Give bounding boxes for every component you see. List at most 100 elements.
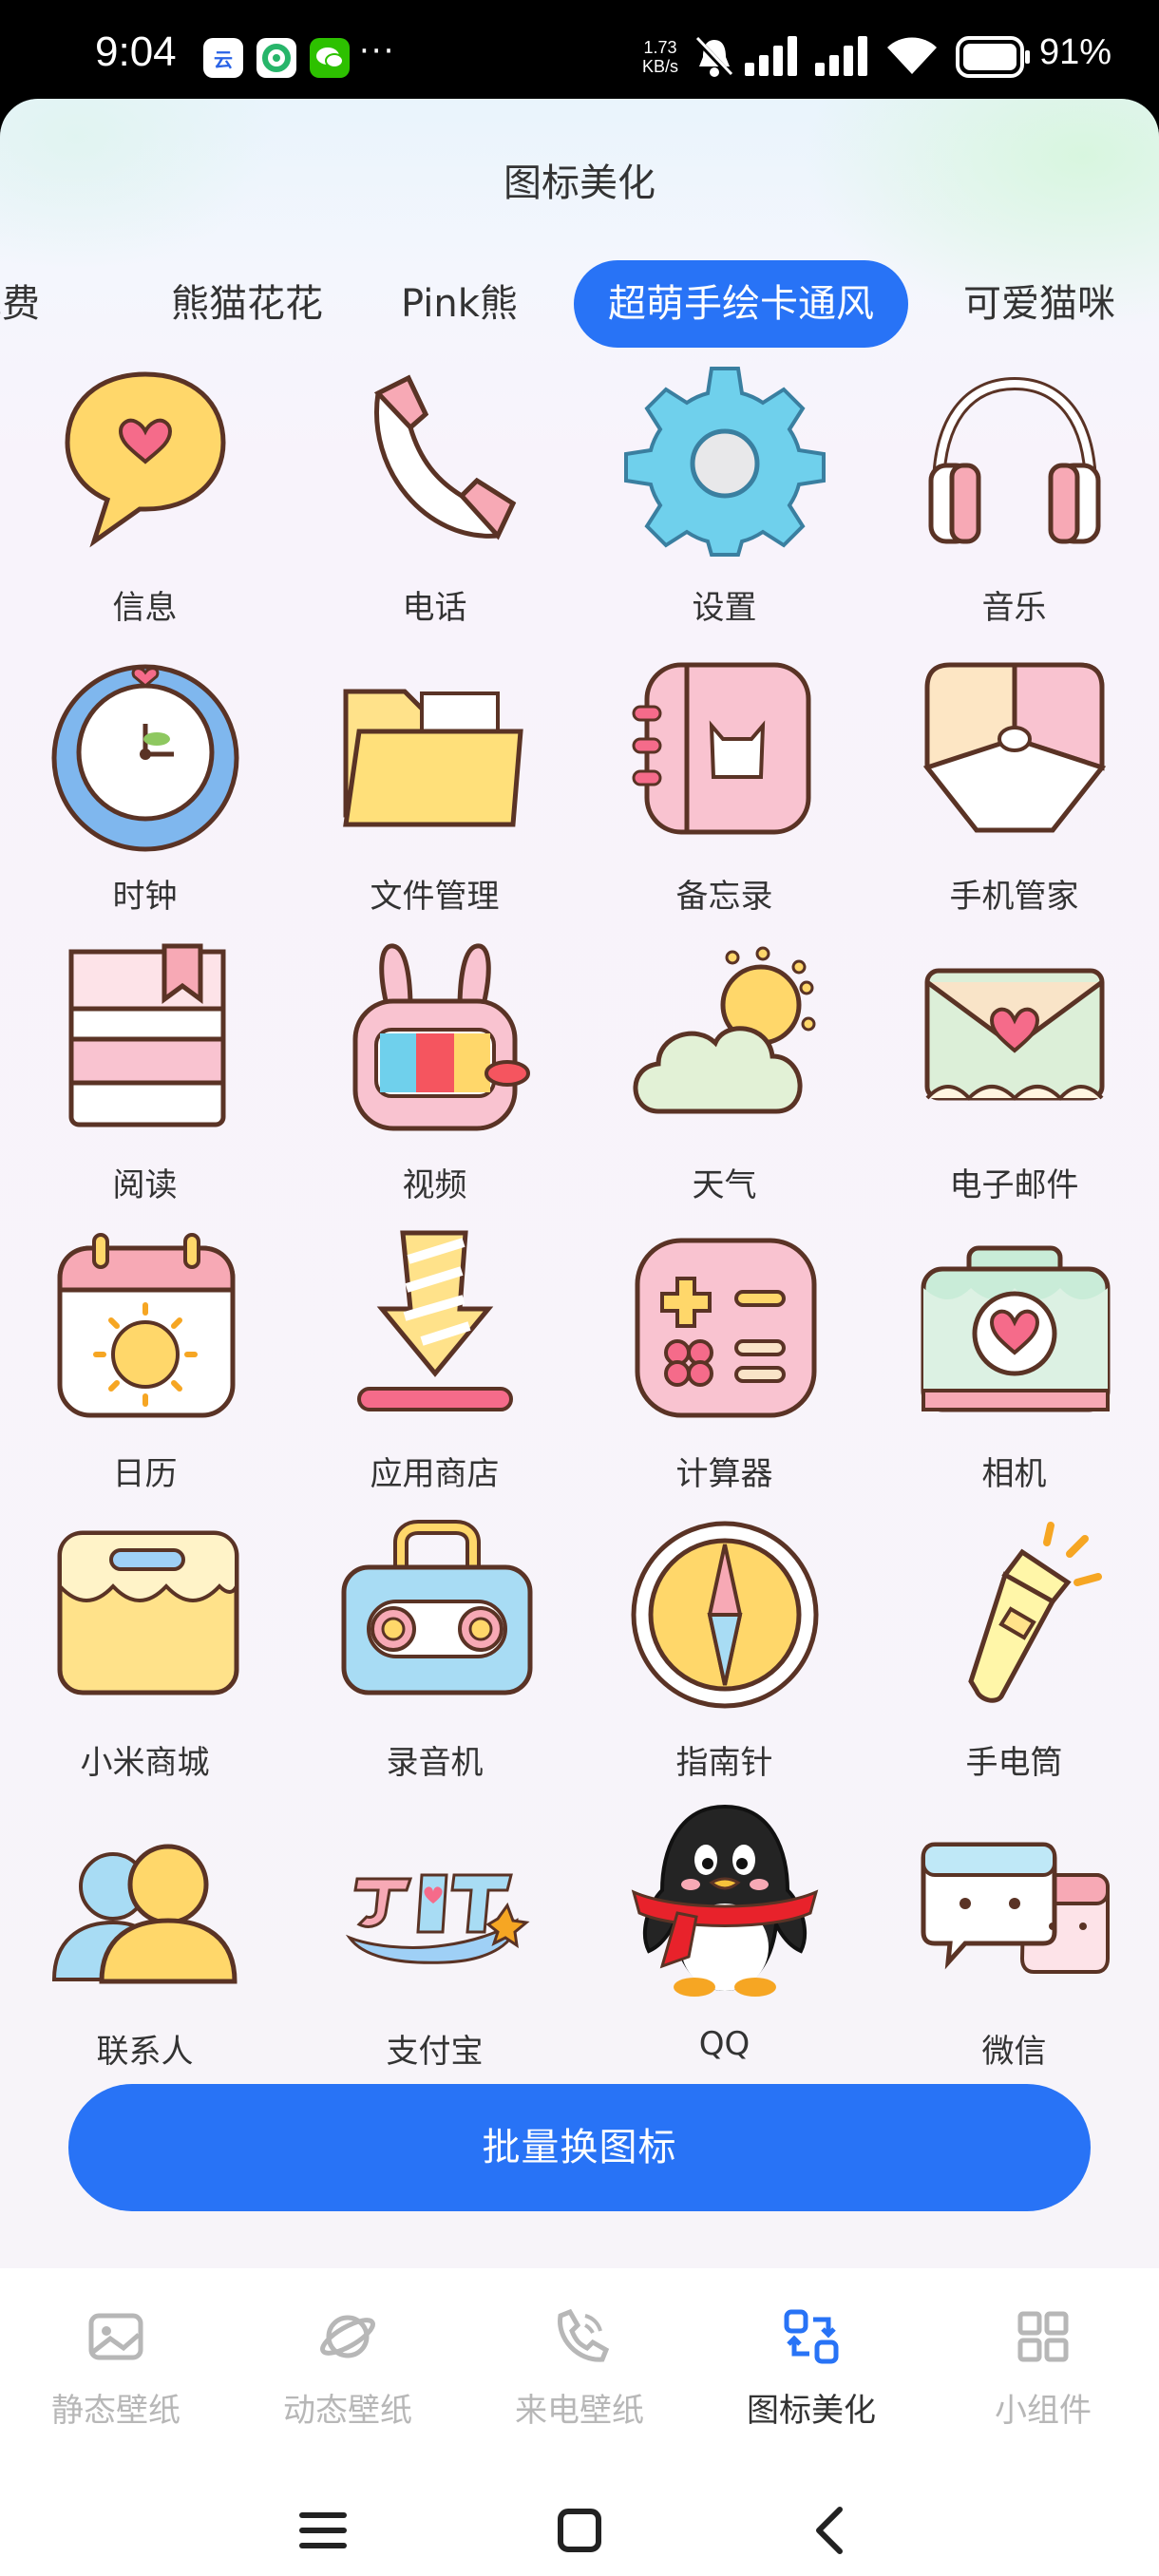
icon-label: 相机: [981, 1455, 1047, 1493]
status-time: 9:04: [95, 28, 177, 75]
nav-label: 动态壁纸: [283, 2392, 412, 2430]
icon-item-email[interactable]: 电子邮件: [869, 933, 1159, 1222]
nav-static-wallpaper[interactable]: 静态壁纸: [0, 2306, 232, 2439]
notebook-cat-icon: [620, 644, 829, 853]
icon-label: 支付宝: [386, 2033, 484, 2071]
nav-call-wallpaper[interactable]: 来电壁纸: [464, 2306, 695, 2439]
icon-label: 阅读: [112, 1166, 178, 1204]
icon-item-app-store[interactable]: 应用商店: [290, 1222, 580, 1510]
theme-tabs: 免费 熊猫花花 Pink熊 超萌手绘卡通风 可爱猫咪: [0, 260, 1159, 355]
wifi-icon: [887, 37, 937, 74]
flashlight-icon: [910, 1510, 1119, 1719]
icon-item-reading[interactable]: 阅读: [0, 933, 290, 1222]
icon-item-phone[interactable]: 电话: [290, 355, 580, 644]
icon-label: 信息: [112, 589, 178, 627]
status-bar: 9:04 云 ··· 1.73 KB/s 91%: [0, 0, 1159, 114]
icon-item-camera[interactable]: 相机: [869, 1222, 1159, 1510]
menu-icon[interactable]: [285, 2492, 361, 2568]
planet-icon: [320, 2315, 375, 2358]
icon-label: 手机管家: [949, 878, 1079, 916]
home-icon[interactable]: [542, 2492, 618, 2568]
phone-handset-icon: [331, 355, 540, 564]
qq-penguin-icon: [620, 1799, 829, 2008]
nav-label: 图标美化: [747, 2392, 876, 2430]
gear-icon: [620, 355, 829, 564]
phone-manager-icon: [910, 644, 1119, 853]
book-bookmark-icon: [41, 933, 250, 1142]
calculator-gamepad-icon: [620, 1222, 829, 1430]
icon-label: 指南针: [675, 1744, 773, 1782]
bunny-tv-icon: [331, 933, 540, 1142]
icon-label: 手电筒: [965, 1744, 1063, 1782]
icon-item-qq[interactable]: QQ: [580, 1799, 869, 2088]
recorder-icon: [331, 1510, 540, 1719]
batch-change-icons-button[interactable]: 批量换图标: [68, 2084, 1091, 2211]
icon-label: 视频: [402, 1166, 467, 1204]
icon-item-music[interactable]: 音乐: [869, 355, 1159, 644]
clock-icon: [41, 644, 250, 853]
page-title: 图标美化: [504, 161, 656, 205]
icon-label: 备忘录: [675, 878, 773, 916]
bell-muted-icon: [694, 36, 734, 79]
icon-label: 计算器: [675, 1455, 773, 1493]
icon-item-contacts[interactable]: 联系人: [0, 1799, 290, 2088]
download-arrow-icon: [331, 1222, 540, 1430]
contacts-icon: [41, 1799, 250, 2008]
network-speed: 1.73 KB/s: [642, 38, 679, 76]
tab-cute-cartoon[interactable]: 超萌手绘卡通风: [574, 260, 908, 348]
icon-theme-page: 图标美化 免费 熊猫花花 Pink熊 超萌手绘卡通风 可爱猫咪 信息 电话 设置: [0, 99, 1159, 2576]
icon-item-video[interactable]: 视频: [290, 933, 580, 1222]
icon-label: 音乐: [981, 589, 1047, 627]
icon-item-weather[interactable]: 天气: [580, 933, 869, 1222]
icon-label: 时钟: [112, 878, 178, 916]
icon-item-files[interactable]: 文件管理: [290, 644, 580, 933]
icon-item-recorder[interactable]: 录音机: [290, 1510, 580, 1799]
nav-widgets[interactable]: 小组件: [927, 2306, 1159, 2439]
back-icon[interactable]: [792, 2492, 868, 2568]
tab-free[interactable]: 免费: [0, 260, 40, 348]
camera-heart-icon: [910, 1222, 1119, 1430]
message-bubble-heart-icon: [41, 355, 250, 564]
headphones-icon: [910, 355, 1119, 564]
cloud-sun-icon: [620, 933, 829, 1142]
nav-icon-theme[interactable]: 图标美化: [695, 2306, 927, 2439]
battery-icon: [956, 36, 1030, 78]
widgets-grid-icon: [1017, 2311, 1069, 2362]
tab-panda-flower[interactable]: 熊猫花花: [171, 260, 323, 348]
icon-item-notes[interactable]: 备忘录: [580, 644, 869, 933]
tab-cute-cat[interactable]: 可爱猫咪: [963, 260, 1115, 348]
recycle-app-icon: [256, 38, 296, 78]
icon-label: 联系人: [96, 2033, 194, 2071]
icon-item-phone-manager[interactable]: 手机管家: [869, 644, 1159, 933]
icon-label: 小米商城: [80, 1744, 210, 1782]
shopping-bag-icon: [41, 1510, 250, 1719]
compass-icon: [620, 1510, 829, 1719]
icon-label: 电话: [402, 589, 467, 627]
alipay-icon: [331, 1799, 540, 2008]
icon-item-flashlight[interactable]: 手电筒: [869, 1510, 1159, 1799]
icon-item-mi-store[interactable]: 小米商城: [0, 1510, 290, 1799]
system-navigation-bar: [0, 2483, 1159, 2568]
icon-item-alipay[interactable]: 支付宝: [290, 1799, 580, 2088]
signal-sim1-icon: [745, 36, 797, 76]
icon-item-wechat[interactable]: 微信: [869, 1799, 1159, 2088]
icon-label: QQ: [698, 2025, 750, 2063]
nav-live-wallpaper[interactable]: 动态壁纸: [232, 2306, 464, 2439]
image-icon: [88, 2313, 143, 2360]
tab-pink-bear[interactable]: Pink熊: [401, 260, 518, 348]
icon-label: 日历: [112, 1455, 178, 1493]
cloud-app-icon: 云: [203, 38, 243, 78]
icon-item-clock[interactable]: 时钟: [0, 644, 290, 933]
icon-item-calendar[interactable]: 日历: [0, 1222, 290, 1510]
icon-label: 微信: [981, 2033, 1047, 2071]
icon-label: 录音机: [386, 1744, 484, 1782]
signal-sim2-icon: [815, 36, 867, 76]
phone-ring-icon: [558, 2308, 610, 2362]
icon-label: 设置: [692, 589, 757, 627]
nav-label: 静态壁纸: [51, 2392, 180, 2430]
icon-item-messages[interactable]: 信息: [0, 355, 290, 644]
icon-item-calculator[interactable]: 计算器: [580, 1222, 869, 1510]
icon-item-settings[interactable]: 设置: [580, 355, 869, 644]
envelope-heart-icon: [910, 933, 1119, 1142]
icon-item-compass[interactable]: 指南针: [580, 1510, 869, 1799]
